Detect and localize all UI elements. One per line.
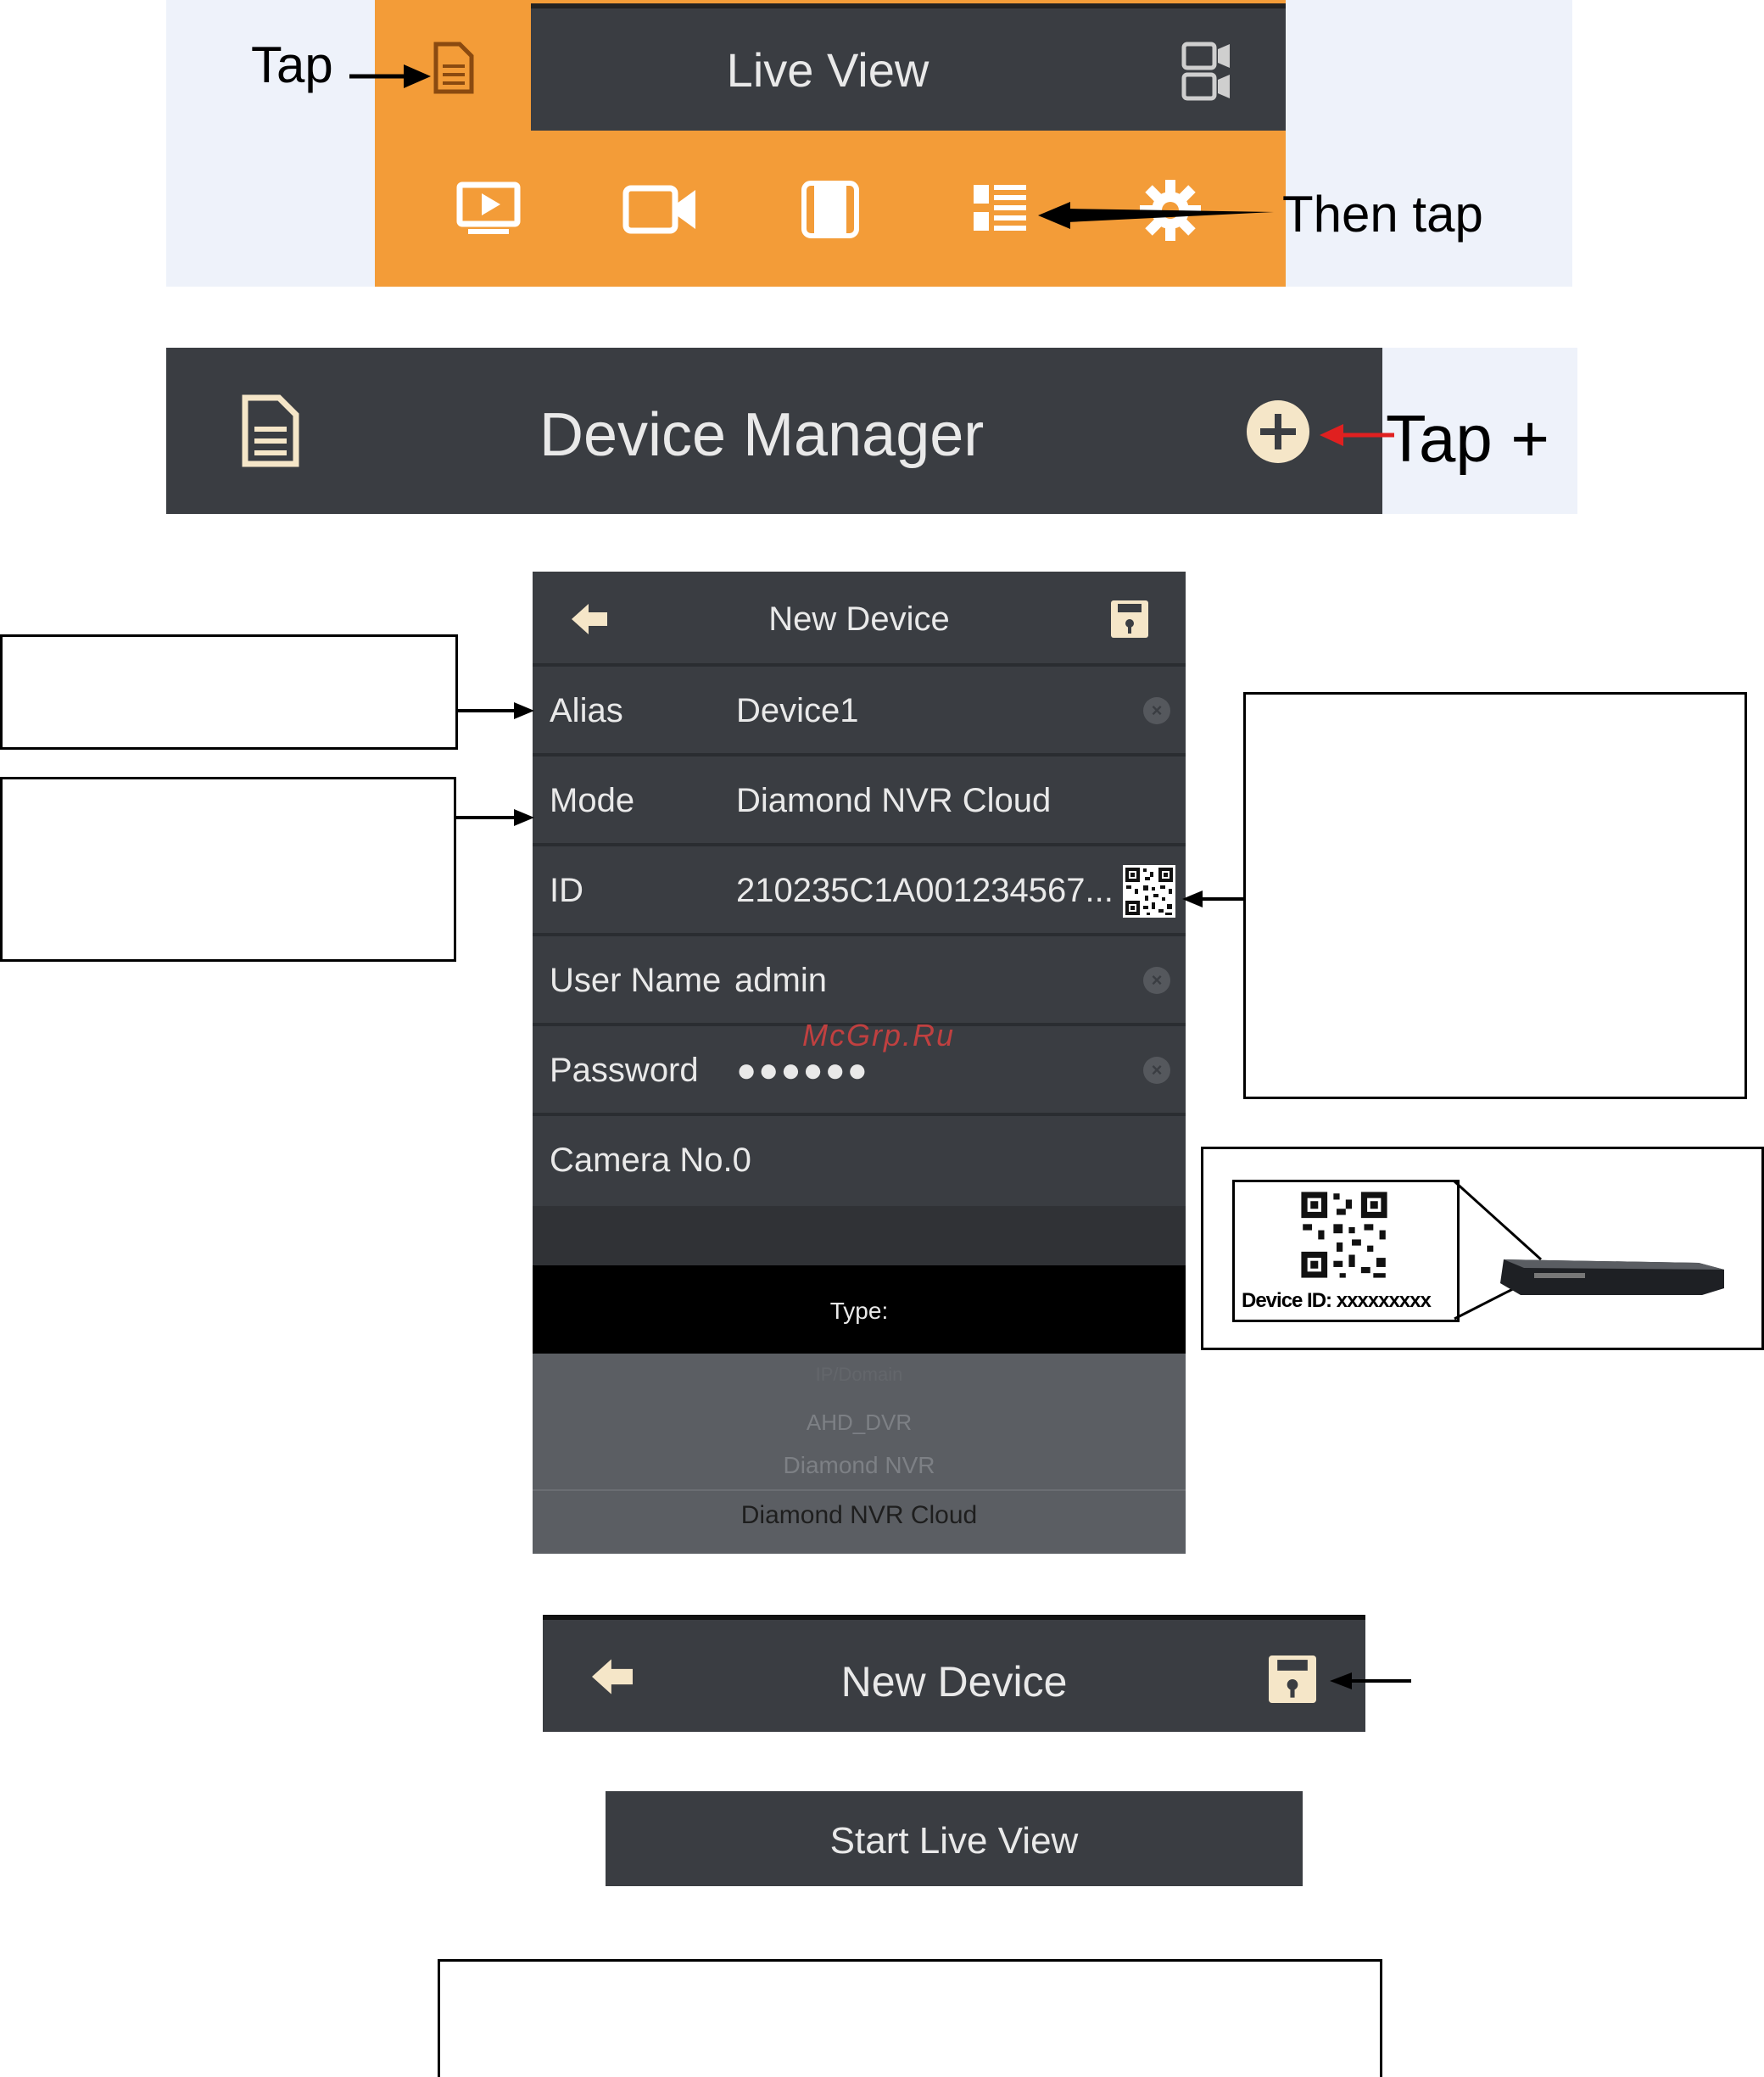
mode-row[interactable]: Mode Diamond NVR Cloud: [533, 757, 1186, 846]
tap-annotation: Tap: [251, 36, 333, 93]
watermark: McGrp.Ru: [802, 1018, 956, 1052]
save-icon[interactable]: [1269, 1655, 1316, 1703]
mode-value[interactable]: Diamond NVR Cloud: [736, 782, 1051, 820]
type-option[interactable]: AHD_DVR: [533, 1410, 1186, 1436]
alias-callout-arrow: [456, 702, 534, 719]
id-value[interactable]: 210235C1A001234567...: [736, 872, 1114, 910]
type-picker[interactable]: IP/Domain AHD_DVR Diamond NVR Diamond NV…: [533, 1354, 1186, 1554]
alias-value[interactable]: Device1: [736, 692, 859, 730]
device-label-illustration: Device ID: xxxxxxxxx: [1201, 1147, 1764, 1350]
playback-icon[interactable]: [456, 181, 521, 237]
add-device-icon[interactable]: [1245, 399, 1311, 465]
new-device-header: New Device: [543, 1615, 1365, 1732]
type-option[interactable]: IP/Domain: [533, 1364, 1186, 1386]
camera-no-value: 0: [732, 1142, 751, 1179]
document-icon[interactable]: [241, 394, 300, 468]
document-icon[interactable]: [433, 41, 475, 95]
mode-callout-box: [0, 777, 456, 962]
zoom-lines: [1453, 1180, 1724, 1320]
device-id-text: Device ID: xxxxxxxxx: [1242, 1289, 1432, 1312]
camera-no-label: Camera No.0: [550, 1142, 751, 1180]
username-row[interactable]: User Name admin ×: [533, 936, 1186, 1026]
label-sticker: Device ID: xxxxxxxxx: [1232, 1180, 1460, 1322]
tap-plus-arrow: [1320, 424, 1394, 446]
spacer: [533, 1206, 1186, 1265]
new-device-title: New Device: [840, 1658, 1068, 1706]
clear-icon[interactable]: ×: [1143, 1057, 1170, 1084]
camera-no-text: Camera No.: [550, 1142, 733, 1179]
id-callout-arrow: [1182, 891, 1245, 907]
save-icon[interactable]: [1111, 600, 1148, 638]
type-bar: Type:: [533, 1265, 1186, 1354]
type-label: Type:: [829, 1298, 889, 1324]
then-tap-annotation: Then tap: [1282, 186, 1483, 243]
id-callout-box: [1243, 692, 1747, 1099]
new-device-form: New Device Alias Device1 × Mode Diamond …: [533, 572, 1186, 1554]
camera-no-row[interactable]: Camera No.0: [533, 1116, 1186, 1206]
id-label: ID: [550, 872, 583, 909]
tap-plus-annotation: Tap +: [1386, 401, 1549, 476]
username-value[interactable]: admin: [734, 962, 827, 1000]
device-manager-header: Device Manager: [166, 348, 1382, 514]
clear-icon[interactable]: ×: [1143, 697, 1170, 724]
qr-scan-icon[interactable]: [1123, 865, 1175, 918]
start-live-view-label: Start Live View: [829, 1820, 1079, 1862]
username-label: User Name: [550, 962, 722, 999]
form-header: New Device: [533, 572, 1186, 667]
device-manager-title: Device Manager: [539, 401, 985, 469]
picker-divider: [533, 1489, 1186, 1491]
mode-callout-arrow: [456, 809, 534, 826]
id-row[interactable]: ID 210235C1A001234567...: [533, 846, 1186, 936]
clear-icon[interactable]: ×: [1143, 967, 1170, 994]
camera-icon[interactable]: [622, 185, 699, 234]
selected-type-option[interactable]: Diamond NVR Cloud: [533, 1501, 1186, 1530]
note-box: [438, 1959, 1382, 2077]
alias-label: Alias: [550, 692, 623, 729]
save-callout-arrow: [1330, 1672, 1411, 1689]
password-label: Password: [550, 1052, 699, 1089]
live-view-title: Live View: [726, 43, 929, 97]
device-list-icon[interactable]: [972, 181, 1028, 236]
form-title: New Device: [768, 600, 950, 638]
split-view-icon[interactable]: [801, 180, 860, 239]
live-view-header: Live View: [531, 3, 1286, 131]
qr-code-icon: [1301, 1192, 1387, 1278]
type-option[interactable]: Diamond NVR: [533, 1452, 1186, 1479]
alias-row[interactable]: Alias Device1 ×: [533, 667, 1186, 757]
start-live-view-button[interactable]: Start Live View: [606, 1791, 1303, 1886]
password-value[interactable]: ●●●●●●: [736, 1052, 869, 1090]
tap-arrow: [349, 64, 431, 88]
then-tap-arrow: [1038, 202, 1274, 229]
alias-callout-box: [0, 634, 458, 750]
camera-switch-icon[interactable]: [1181, 41, 1235, 102]
mode-label: Mode: [550, 782, 635, 819]
